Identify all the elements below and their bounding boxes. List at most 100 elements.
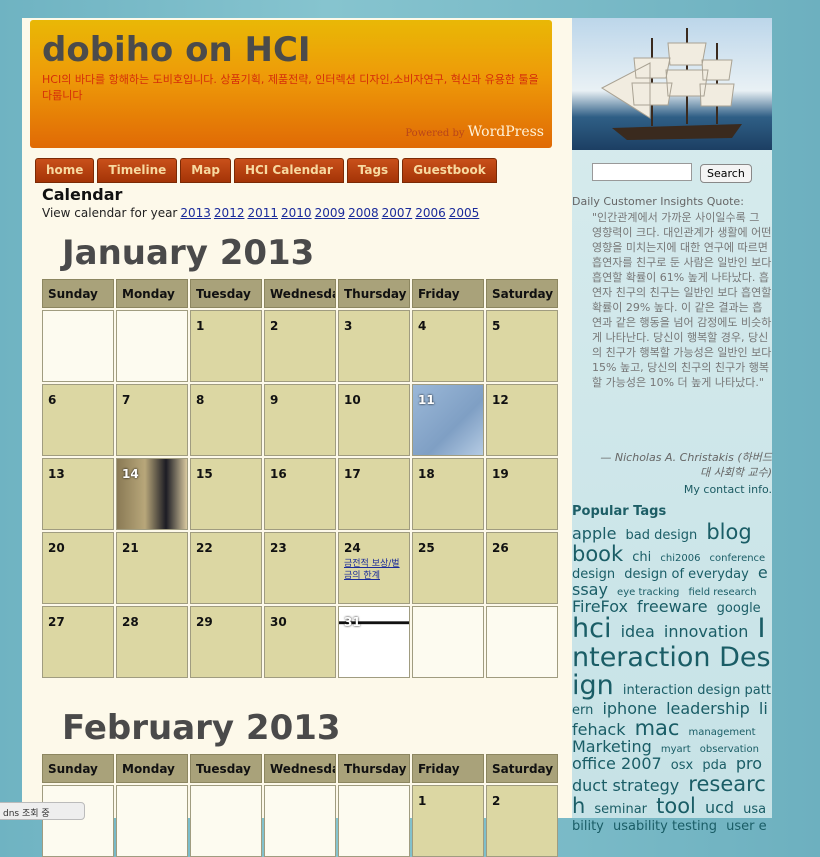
site-title[interactable]: dobiho on HCI — [42, 30, 311, 70]
tag-link[interactable]: management — [689, 727, 756, 739]
nav-tab-hci-calendar[interactable]: HCI Calendar — [233, 158, 344, 183]
calendar-day[interactable]: 1 — [412, 785, 484, 857]
tag-link[interactable]: usability testing — [613, 819, 717, 834]
year-link[interactable]: 2012 — [214, 206, 245, 220]
quote-label: Daily Customer Insights Quote: — [572, 195, 744, 208]
tag-link[interactable]: freeware — [637, 597, 708, 616]
tag-link[interactable]: chi2006 — [660, 553, 700, 564]
calendar-empty-cell — [264, 785, 336, 857]
tag-link[interactable]: innovation — [664, 622, 748, 641]
calendar-day[interactable]: 31 — [338, 606, 410, 678]
tag-link[interactable]: seminar — [594, 802, 647, 817]
year-link[interactable]: 2005 — [449, 206, 480, 220]
tag-link[interactable]: tool — [656, 794, 696, 818]
year-link[interactable]: 2009 — [315, 206, 346, 220]
day-number: 7 — [122, 393, 131, 407]
calendar-day[interactable]: 3 — [338, 310, 410, 382]
day-number: 4 — [418, 319, 427, 333]
weekday-header: Thursday — [338, 279, 410, 308]
tag-link[interactable]: osx — [671, 758, 693, 773]
tag-link[interactable]: chi — [632, 550, 651, 565]
calendar-day[interactable]: 8 — [190, 384, 262, 456]
calendar-day[interactable]: 4 — [412, 310, 484, 382]
year-link[interactable]: 2011 — [247, 206, 278, 220]
calendar-day[interactable]: 29 — [190, 606, 262, 678]
tag-link[interactable]: office 2007 — [572, 754, 662, 773]
tag-link[interactable]: myart — [661, 744, 691, 756]
calendar-day[interactable]: 28 — [116, 606, 188, 678]
calendar-day[interactable]: 12 — [486, 384, 558, 456]
nav-tab-guestbook[interactable]: Guestbook — [402, 158, 497, 183]
day-number: 25 — [418, 541, 435, 555]
day-number: 27 — [48, 615, 65, 629]
search-button[interactable]: Search — [700, 164, 752, 183]
nav-tab-home[interactable]: home — [35, 158, 95, 183]
calendar-day[interactable]: 1 — [190, 310, 262, 382]
calendar-day[interactable]: 23 — [264, 532, 336, 604]
tag-link[interactable]: iphone — [602, 699, 657, 718]
nav-tab-map[interactable]: Map — [180, 158, 231, 183]
weekday-header: Thursday — [338, 754, 410, 783]
tag-link[interactable]: conference — [710, 553, 766, 564]
tag-link[interactable]: design of everyday — [624, 567, 749, 582]
calendar-day[interactable]: 26 — [486, 532, 558, 604]
quote-text: "인간관계에서 가까운 사이일수록 그 영향력이 크다. 대인관계가 생활에 어… — [592, 211, 772, 389]
day-number: 12 — [492, 393, 509, 407]
tag-link[interactable]: book — [572, 542, 623, 566]
tag-link[interactable]: idea — [621, 622, 655, 641]
main-content: dobiho on HCI HCI의 바다를 항해하는 도비호입니다. 상품기획… — [22, 18, 572, 857]
day-number: 5 — [492, 319, 501, 333]
tag-link[interactable]: blog — [706, 520, 751, 544]
tag-link[interactable]: pda — [702, 758, 726, 773]
tag-link[interactable]: user e — [726, 819, 767, 834]
calendar-day[interactable]: 6 — [42, 384, 114, 456]
calendar-day[interactable]: 21 — [116, 532, 188, 604]
calendar-day[interactable]: 20 — [42, 532, 114, 604]
status-bar: dns 조회 중 — [0, 802, 85, 820]
tag-link[interactable]: ucd — [705, 798, 734, 817]
calendar-day[interactable]: 11 — [412, 384, 484, 456]
day-number: 20 — [48, 541, 65, 555]
calendar-day[interactable]: 14 — [116, 458, 188, 530]
tag-link[interactable]: hci — [572, 613, 611, 644]
tag-link[interactable]: bad design — [626, 528, 698, 543]
calendar-day[interactable]: 30 — [264, 606, 336, 678]
wordpress-link[interactable]: WordPress — [468, 124, 544, 140]
weekday-header: Wednesday — [264, 754, 336, 783]
calendar-day[interactable]: 15 — [190, 458, 262, 530]
search-input[interactable] — [592, 163, 692, 181]
calendar-day[interactable]: 27 — [42, 606, 114, 678]
post-link[interactable]: 금전적 보상/벌금의 한계 — [344, 558, 404, 582]
day-number: 6 — [48, 393, 57, 407]
day-number: 17 — [344, 467, 361, 481]
year-link[interactable]: 2006 — [415, 206, 446, 220]
calendar-day[interactable]: 22 — [190, 532, 262, 604]
calendar-day[interactable]: 18 — [412, 458, 484, 530]
contact-link[interactable]: My contact info. — [684, 483, 772, 496]
calendar-day[interactable]: 17 — [338, 458, 410, 530]
calendar-day[interactable]: 5 — [486, 310, 558, 382]
day-number: 8 — [196, 393, 205, 407]
nav-tab-timeline[interactable]: Timeline — [97, 158, 178, 183]
day-number: 24 — [344, 541, 361, 555]
year-link[interactable]: 2010 — [281, 206, 312, 220]
calendar-day[interactable]: 16 — [264, 458, 336, 530]
tag-link[interactable]: apple — [572, 524, 616, 543]
powered-by[interactable]: Powered by WordPress — [405, 124, 544, 140]
calendar-day[interactable]: 10 — [338, 384, 410, 456]
calendar-day[interactable]: 7 — [116, 384, 188, 456]
calendar-day[interactable]: 24 금전적 보상/벌금의 한계 — [338, 532, 410, 604]
year-link[interactable]: 2013 — [180, 206, 211, 220]
calendar-day[interactable]: 25 — [412, 532, 484, 604]
day-number: 1 — [196, 319, 205, 333]
calendar-day[interactable]: 13 — [42, 458, 114, 530]
calendar-day[interactable]: 19 — [486, 458, 558, 530]
year-link[interactable]: 2007 — [382, 206, 413, 220]
year-link[interactable]: 2008 — [348, 206, 379, 220]
tag-link[interactable]: google — [717, 601, 761, 616]
calendar-day[interactable]: 2 — [486, 785, 558, 857]
calendar-day[interactable]: 9 — [264, 384, 336, 456]
calendar-day[interactable]: 2 — [264, 310, 336, 382]
nav-tab-tags[interactable]: Tags — [346, 158, 400, 183]
tag-link[interactable]: leadership — [666, 699, 750, 718]
